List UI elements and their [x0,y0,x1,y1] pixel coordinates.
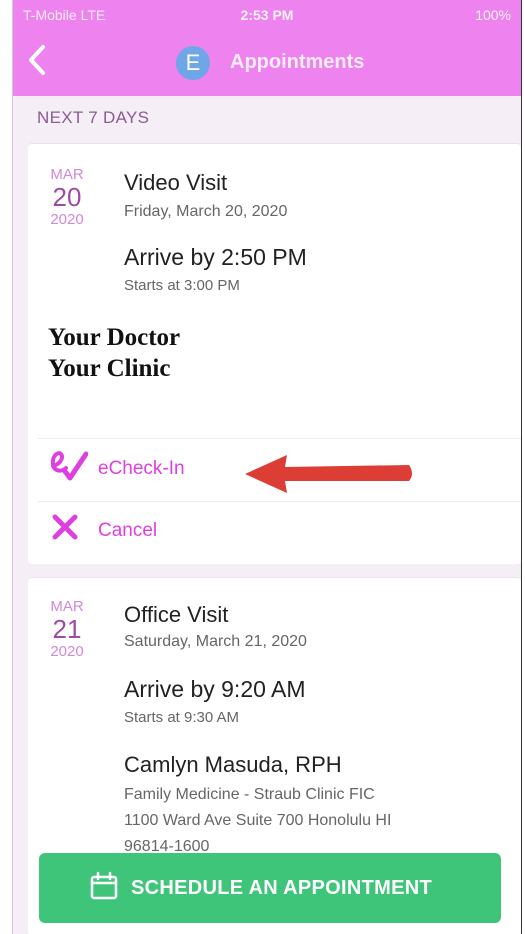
arrive-time: Arrive by 9:20 AM [124,676,306,702]
doctor-name: Your Doctor [48,324,181,351]
nav-bar: E Appointments [13,30,521,96]
date-day: 20 [52,182,82,212]
battery-label: 100% [475,7,511,23]
status-bar: T-Mobile LTE 2:53 PM 100% [13,0,521,30]
divider [38,438,521,439]
visit-date: Saturday, March 21, 2020 [124,633,307,650]
schedule-appointment-button[interactable]: SCHEDULE AN APPOINTMENT [39,853,501,923]
date-day: 21 [52,614,82,644]
echeckin-icon [50,448,89,492]
date-month: MAR [50,166,84,183]
page-title: Appointments [230,51,365,73]
cancel-label: Cancel [98,520,158,541]
date-month: MAR [50,598,84,615]
echeckin-label: eCheck-In [98,458,185,479]
divider [38,501,521,502]
date-badge: MAR 21 2020 [28,598,106,660]
arrive-time: Arrive by 2:50 PM [124,244,307,270]
calendar-icon [89,871,119,907]
start-time: Starts at 3:00 PM [124,277,240,294]
visit-type: Video Visit [124,170,228,195]
date-badge: MAR 20 2020 [28,166,106,228]
clinic-name: Your Clinic [48,355,171,382]
app-screen: T-Mobile LTE 2:53 PM 100% E Appointments… [12,0,522,934]
section-header: NEXT 7 DAYS [37,108,150,127]
provider-name: Camlyn Masuda, RPH [124,752,342,777]
address-line: 1100 Ward Ave Suite 700 Honolulu HI [124,812,392,829]
visit-type: Office Visit [124,602,229,627]
close-icon [50,510,80,548]
date-year: 2020 [50,211,84,228]
visit-date: Friday, March 20, 2020 [124,203,288,220]
chevron-left-icon[interactable] [27,44,47,82]
avatar[interactable]: E [176,46,210,80]
appointment-card[interactable]: MAR 20 2020 Video Visit Friday, March 20… [28,143,521,564]
department: Family Medicine - Straub Clinic FIC [124,786,375,803]
schedule-label: SCHEDULE AN APPOINTMENT [131,877,432,899]
clock: 2:53 PM [240,7,294,23]
annotation-arrow-icon [245,455,412,493]
start-time: Starts at 9:30 AM [124,709,240,726]
date-year: 2020 [50,643,84,660]
